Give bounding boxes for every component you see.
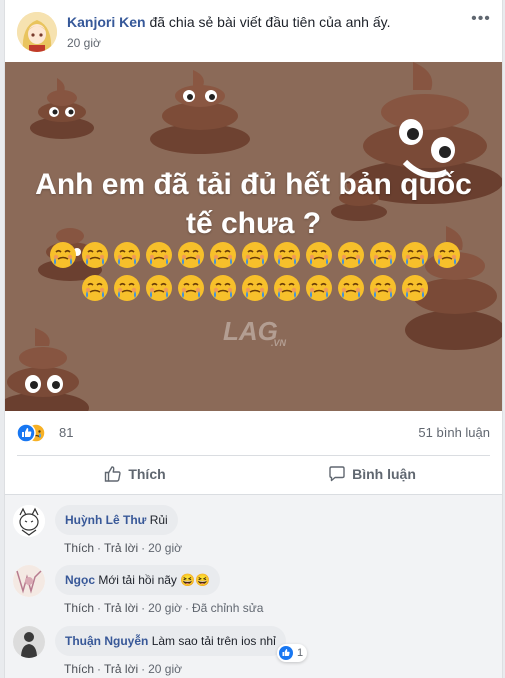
comment-button[interactable]: Bình luận bbox=[254, 456, 490, 492]
comment-text: Làm sao tải trên ios nhỉ bbox=[151, 634, 276, 648]
crying-smile-emoji-icon bbox=[178, 275, 204, 301]
crying-smile-emoji-icon bbox=[210, 275, 236, 301]
crying-smile-emoji-icon bbox=[274, 275, 300, 301]
emoji-row bbox=[81, 274, 429, 302]
svg-text:.VN: .VN bbox=[271, 338, 287, 348]
comment-time[interactable]: 20 giờ bbox=[148, 601, 182, 615]
post-image[interactable]: Anh em đã tải đủ hết bản quốc tế chưa ? … bbox=[5, 62, 502, 411]
crying-smile-emoji-icon bbox=[402, 242, 428, 268]
crying-smile-emoji-icon bbox=[178, 242, 204, 268]
image-headline: Anh em đã tải đủ hết bản quốc tế chưa ? bbox=[5, 165, 502, 243]
headline-line-2: tế chưa ? bbox=[185, 207, 322, 240]
comment-bubble: Ngọc Mới tải hồi nãy 😆😆 bbox=[55, 565, 221, 595]
comment-text: Mới tải hồi nãy 😆😆 bbox=[98, 573, 211, 587]
crying-smile-emoji-icon bbox=[370, 275, 396, 301]
ellipsis-icon[interactable]: ••• bbox=[470, 11, 492, 30]
separator-dot: · bbox=[97, 601, 102, 615]
comment-time[interactable]: 20 giờ bbox=[148, 662, 182, 676]
post-card: Kanjori Ken đã chia sẻ bài viết đầu tiên… bbox=[4, 0, 503, 678]
separator-dot: · bbox=[141, 541, 146, 555]
crying-smile-emoji-icon bbox=[434, 242, 460, 268]
author-name[interactable]: Kanjori Ken bbox=[67, 14, 146, 30]
emoji-row bbox=[49, 241, 461, 269]
crying-smile-emoji-icon bbox=[370, 242, 396, 268]
thumbs-up-icon bbox=[105, 466, 121, 482]
crying-smile-emoji-icon bbox=[82, 275, 108, 301]
comment-count[interactable]: 51 bình luận bbox=[418, 425, 490, 440]
crying-smile-emoji-icon bbox=[82, 242, 108, 268]
separator-dot: · bbox=[185, 601, 189, 615]
commenter-avatar[interactable] bbox=[13, 505, 45, 537]
svg-text:LAG: LAG bbox=[223, 316, 278, 346]
comment-bubble-icon bbox=[329, 466, 345, 482]
separator-dot: · bbox=[141, 662, 146, 676]
post-header: Kanjori Ken đã chia sẻ bài viết đầu tiên… bbox=[5, 0, 502, 62]
comment-text: Rủi bbox=[149, 513, 168, 527]
poop-decoration-icon bbox=[5, 328, 89, 411]
crying-smile-emoji-icon bbox=[402, 275, 428, 301]
crying-smile-emoji-icon bbox=[242, 275, 268, 301]
comment-actions: Thích · Trả lời · 20 giờ · Đã chỉnh sửa bbox=[64, 601, 263, 615]
author-line: Kanjori Ken đã chia sẻ bài viết đầu tiên… bbox=[67, 14, 390, 30]
crying-smile-emoji-icon bbox=[306, 242, 332, 268]
reaction-icons[interactable] bbox=[16, 423, 57, 443]
comment-label: Bình luận bbox=[352, 466, 416, 482]
like-reaction-icon bbox=[279, 646, 293, 660]
author-avatar[interactable] bbox=[17, 12, 57, 52]
poop-decoration-icon bbox=[30, 78, 94, 139]
commenter-name[interactable]: Thuận Nguyễn bbox=[65, 634, 148, 648]
edited-label[interactable]: Đã chỉnh sửa bbox=[192, 601, 263, 615]
comment-reaction-count: 1 bbox=[297, 647, 304, 659]
crying-smile-emoji-icon bbox=[210, 242, 236, 268]
headline-line-1: Anh em đã tải đủ hết bản quốc bbox=[35, 168, 472, 201]
separator-dot: · bbox=[97, 541, 102, 555]
comment-reply-link[interactable]: Trả lời bbox=[104, 662, 138, 676]
author-action-text: đã chia sẻ bài viết đầu tiên của anh ấy. bbox=[149, 14, 391, 30]
separator-dot: · bbox=[97, 662, 102, 676]
commenter-name[interactable]: Ngọc bbox=[65, 573, 95, 587]
crying-smile-emoji-icon bbox=[146, 242, 172, 268]
crying-smile-emoji-icon bbox=[242, 242, 268, 268]
comment-time[interactable]: 20 giờ bbox=[148, 541, 182, 555]
commenter-avatar[interactable] bbox=[13, 565, 45, 597]
comment-bubble: Thuận Nguyễn Làm sao tải trên ios nhỉ bbox=[55, 626, 286, 656]
crying-smile-emoji-icon bbox=[306, 275, 332, 301]
comment-reply-link[interactable]: Trả lời bbox=[104, 541, 138, 555]
comment-bubble: Huỳnh Lê Thư Rủi bbox=[55, 505, 178, 535]
comments-section: Huỳnh Lê Thư Rủi Thích · Trả lời · 20 giờ Ng… bbox=[5, 494, 502, 678]
crying-smile-emoji-icon bbox=[274, 242, 300, 268]
comment-like-link[interactable]: Thích bbox=[64, 662, 94, 676]
like-button[interactable]: Thích bbox=[17, 456, 253, 492]
crying-smile-emoji-icon bbox=[50, 242, 76, 268]
comment-actions: Thích · Trả lời · 20 giờ bbox=[64, 662, 182, 676]
comment-reply-link[interactable]: Trả lời bbox=[104, 601, 138, 615]
crying-smile-emoji-icon bbox=[114, 242, 140, 268]
reaction-count[interactable]: 81 bbox=[59, 425, 73, 440]
comment-like-link[interactable]: Thích bbox=[64, 541, 94, 555]
watermark-logo: LAG .VN bbox=[219, 312, 299, 350]
comment-like-link[interactable]: Thích bbox=[64, 601, 94, 615]
post-timestamp[interactable]: 20 giờ bbox=[67, 36, 101, 50]
crying-smile-emoji-icon bbox=[338, 275, 364, 301]
like-label: Thích bbox=[128, 466, 166, 482]
crying-smile-emoji-icon bbox=[146, 275, 172, 301]
post-stats: 81 51 bình luận bbox=[5, 411, 502, 455]
commenter-name[interactable]: Huỳnh Lê Thư bbox=[65, 513, 146, 527]
post-actions: Thích Bình luận bbox=[17, 455, 490, 493]
comment-actions: Thích · Trả lời · 20 giờ bbox=[64, 541, 182, 555]
crying-smile-emoji-icon bbox=[114, 275, 140, 301]
poop-decoration-icon bbox=[150, 70, 250, 154]
separator-dot: · bbox=[141, 601, 146, 615]
commenter-avatar[interactable] bbox=[13, 626, 45, 658]
crying-smile-emoji-icon bbox=[338, 242, 364, 268]
comment-reaction-badge[interactable]: 1 bbox=[277, 644, 308, 662]
